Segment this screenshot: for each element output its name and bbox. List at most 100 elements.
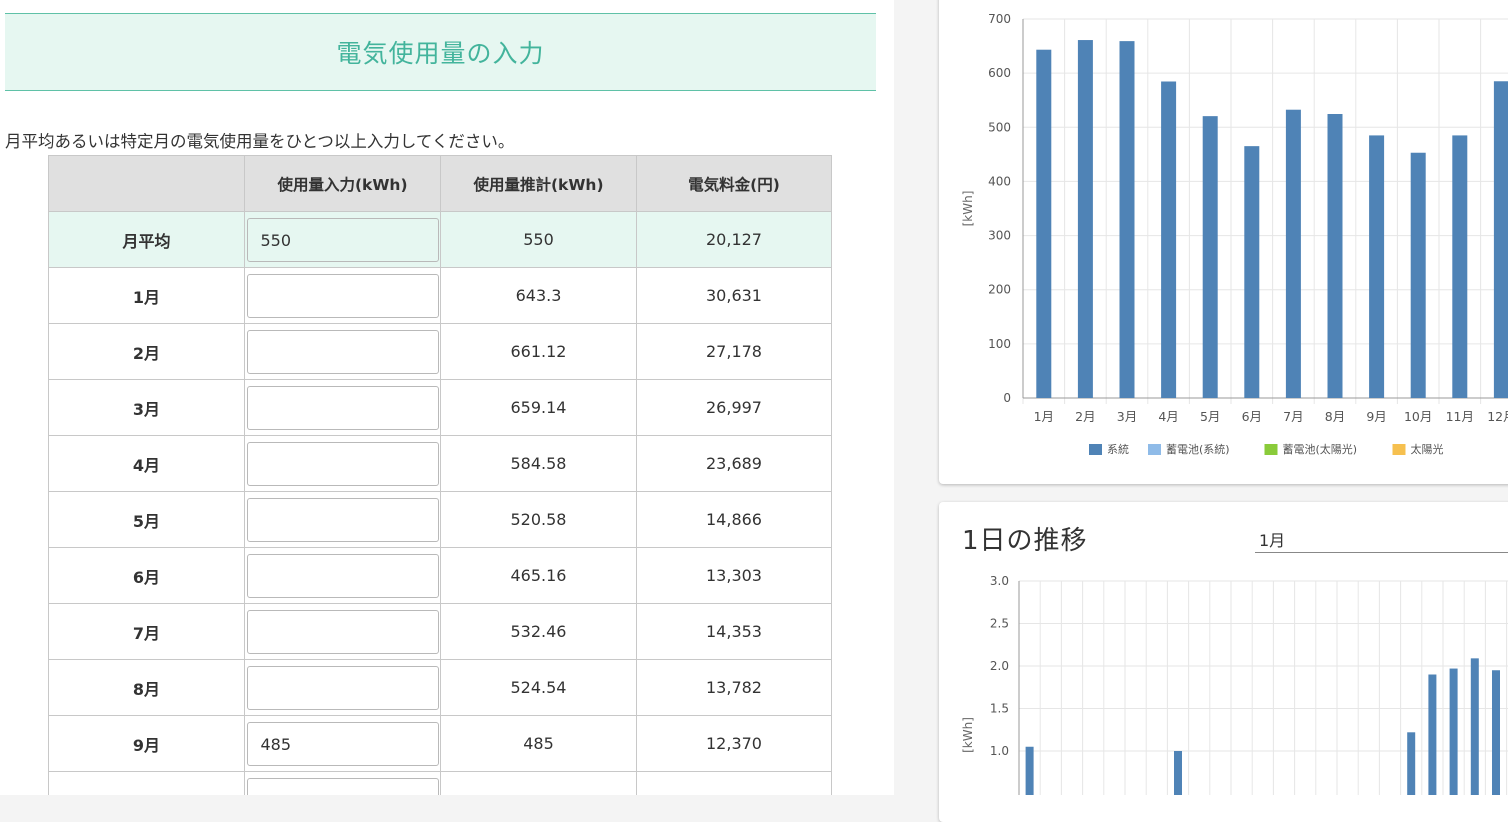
- estimate-value: 524.54: [440, 659, 637, 716]
- month-select-value: 1月: [1259, 531, 1286, 550]
- bar: [1428, 674, 1437, 795]
- month-select[interactable]: 1月 ▾: [1255, 527, 1508, 553]
- table-row: 8月 524.54 13,782: [48, 659, 832, 716]
- estimate-value: 661.12: [440, 323, 637, 380]
- header-cost: 電気料金(円): [636, 155, 832, 212]
- y-tick-label: 200: [988, 283, 1011, 297]
- legend-label: 系統: [1107, 442, 1129, 456]
- section-title: 電気使用量の入力: [336, 39, 545, 68]
- row-label: 月平均: [48, 211, 245, 268]
- usage-input-field[interactable]: [246, 665, 439, 710]
- table-row: 6月 465.16 13,303: [48, 547, 832, 604]
- legend-label: 蓄電池(系統): [1166, 442, 1230, 456]
- estimate-value: [440, 771, 637, 795]
- x-tick-label: 1月: [1034, 409, 1054, 424]
- usage-input-field[interactable]: [246, 441, 439, 486]
- bar: [1369, 135, 1385, 398]
- legend-swatch: [1089, 444, 1102, 455]
- legend-item: 系統: [1089, 442, 1129, 456]
- bar: [1119, 41, 1135, 398]
- y-tick-label: 500: [988, 120, 1011, 134]
- y-tick-label: 400: [988, 174, 1011, 188]
- x-tick-label: 11月: [1446, 409, 1474, 424]
- table-row: 4月 584.58 23,689: [48, 435, 832, 492]
- usage-input-field[interactable]: [246, 385, 439, 430]
- bar: [1244, 146, 1260, 398]
- bar: [1449, 668, 1458, 795]
- table-row: 5月 520.58 14,866: [48, 491, 832, 548]
- x-tick-label: 9月: [1366, 409, 1386, 424]
- estimate-value: 550: [440, 211, 637, 268]
- y-tick-label: 3.0: [990, 574, 1009, 588]
- row-label: 7月: [48, 603, 245, 660]
- row-label: 3月: [48, 379, 245, 436]
- bar: [1161, 81, 1177, 398]
- x-tick-label: 7月: [1283, 409, 1303, 424]
- bar: [1492, 670, 1500, 795]
- estimate-value: 465.16: [440, 547, 637, 604]
- estimate-value: 643.3: [440, 267, 637, 324]
- bar: [1470, 658, 1479, 795]
- cost-value: 26,997: [636, 379, 832, 436]
- usage-input-field[interactable]: [246, 777, 439, 795]
- bar: [1407, 732, 1416, 795]
- estimate-value: 485: [440, 715, 637, 772]
- y-tick-label: 700: [988, 12, 1011, 26]
- cost-value: 14,353: [636, 603, 832, 660]
- daily-chart-title: 1日の推移: [962, 526, 1088, 556]
- legend-item: 蓄電池(系統): [1148, 442, 1230, 456]
- usage-input-field[interactable]: 550: [246, 217, 439, 262]
- estimate-value: 659.14: [440, 379, 637, 436]
- table-row: 9月 485 485 12,370: [48, 715, 832, 772]
- cost-value: 23,689: [636, 435, 832, 492]
- y-tick-label: 1.5: [990, 702, 1009, 716]
- usage-input-field[interactable]: [246, 329, 439, 374]
- legend-item: 蓄電池(太陽光): [1264, 442, 1358, 456]
- legend-item: 太陽光: [1392, 442, 1444, 456]
- table-row: 3月 659.14 26,997: [48, 379, 832, 436]
- cost-value: 27,178: [636, 323, 832, 380]
- usage-input-panel: 電気使用量の入力 月平均あるいは特定月の電気使用量をひとつ以上入力してください。…: [0, 0, 894, 795]
- usage-input-field[interactable]: 485: [246, 721, 439, 766]
- legend-label: 太陽光: [1411, 442, 1444, 456]
- bar: [1077, 40, 1093, 398]
- bar: [1410, 152, 1426, 398]
- y-tick-label: 2.5: [990, 617, 1009, 631]
- bar: [1025, 746, 1034, 795]
- row-label: 9月: [48, 715, 245, 772]
- bar: [1327, 113, 1343, 398]
- x-tick-label: 6月: [1242, 409, 1262, 424]
- monthly-usage-chart: 0 100 200 300 400 500 600 700 1月 2月 3月 4月 5月 6月 7月 8月 9月…: [961, 12, 1508, 456]
- header-input: 使用量入力(kWh): [244, 155, 441, 212]
- x-tick-label: 4月: [1158, 409, 1178, 424]
- table-row: [48, 771, 832, 795]
- x-tick-label: 8月: [1325, 409, 1345, 424]
- cost-value: 13,303: [636, 547, 832, 604]
- y-axis-label: [kWh]: [961, 717, 975, 753]
- row-label: 6月: [48, 547, 245, 604]
- usage-input-field[interactable]: [246, 553, 439, 598]
- row-label: 4月: [48, 435, 245, 492]
- usage-input-field[interactable]: [246, 609, 439, 654]
- usage-input-field[interactable]: [246, 497, 439, 542]
- table-row: 2月 661.12 27,178: [48, 323, 832, 380]
- bar: [1036, 49, 1052, 398]
- legend-swatch: [1392, 444, 1406, 455]
- row-label: 5月: [48, 491, 245, 548]
- bar: [1202, 116, 1218, 398]
- legend-label: 蓄電池(太陽光): [1283, 442, 1358, 456]
- y-tick-label: 2.0: [990, 659, 1009, 673]
- cost-value: 14,866: [636, 491, 832, 548]
- x-tick-label: 5月: [1200, 409, 1220, 424]
- y-axis-label: [kWh]: [961, 191, 975, 227]
- y-tick-label: 0: [1003, 391, 1011, 405]
- y-tick-label: 1.0: [990, 744, 1009, 758]
- bar: [1493, 81, 1508, 398]
- row-label: 1月: [48, 267, 245, 324]
- estimate-value: 584.58: [440, 435, 637, 492]
- estimate-value: 520.58: [440, 491, 637, 548]
- usage-input-field[interactable]: [246, 273, 439, 318]
- header-blank: [48, 155, 245, 212]
- usage-table: 使用量入力(kWh) 使用量推計(kWh) 電気料金(円) 月平均 550 55…: [48, 155, 832, 795]
- estimate-value: 532.46: [440, 603, 637, 660]
